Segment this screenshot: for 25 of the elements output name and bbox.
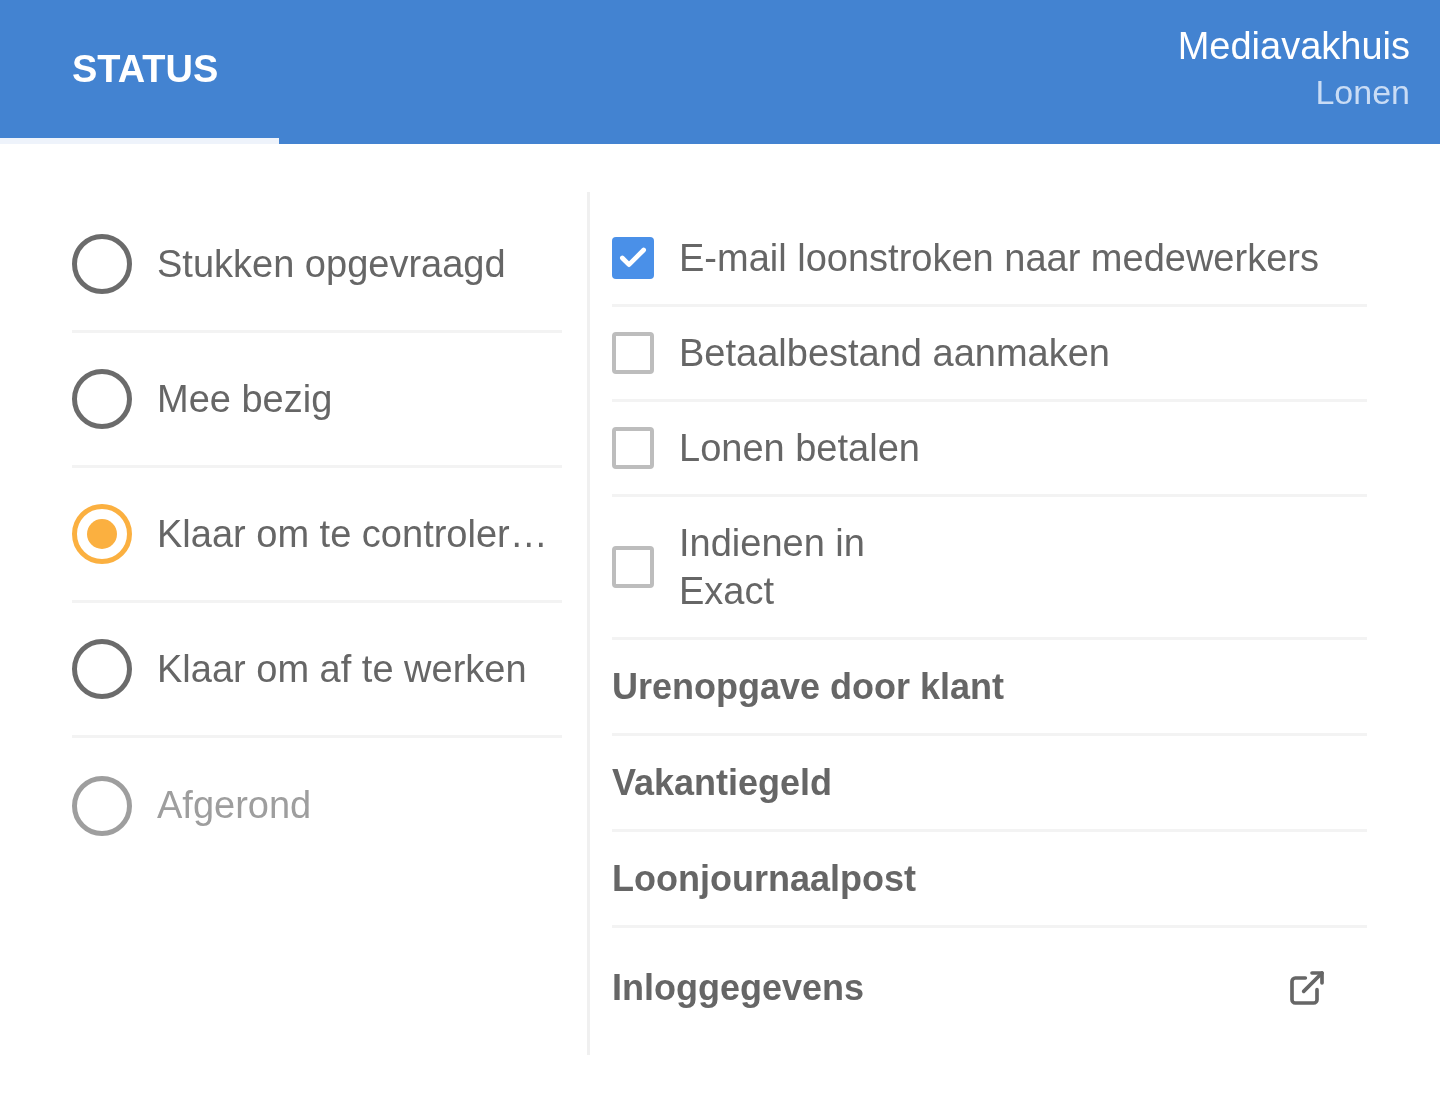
task-label: Lonen betalen — [679, 426, 920, 471]
status-label: Klaar om af te werken — [157, 646, 527, 692]
task-label: E-mail loonstroken naar medewerkers — [679, 236, 1319, 281]
status-label: Mee bezig — [157, 376, 333, 422]
radio-button[interactable] — [72, 504, 132, 564]
tab[interactable]: STATUS — [0, 0, 279, 144]
radio-button[interactable] — [72, 639, 132, 699]
status-label: Stukken opgevraagd — [157, 241, 506, 287]
checkbox[interactable] — [612, 237, 654, 279]
task-label: Betaalbestand aanmaken — [679, 331, 1110, 376]
radio-button[interactable] — [72, 369, 132, 429]
status-label: Klaar om te controler… — [157, 511, 548, 557]
status-label: Afgerond — [157, 783, 312, 828]
company-name: Mediavakhuis — [1177, 24, 1410, 68]
section-link[interactable]: Inloggegevens — [612, 961, 865, 1015]
checkbox[interactable] — [612, 546, 654, 588]
radio-button[interactable] — [72, 234, 132, 294]
task-label: Indienen in Exact — [679, 521, 865, 614]
external-link-icon[interactable] — [1287, 968, 1327, 1008]
checkbox[interactable] — [612, 332, 654, 374]
section-link[interactable]: Urenopgave door klant — [612, 659, 1005, 714]
section-link[interactable]: Loonjournaalpost — [612, 851, 916, 906]
section-link[interactable]: Vakantiegeld — [612, 755, 833, 810]
module-name: Lonen — [1315, 72, 1410, 112]
checkbox[interactable] — [612, 427, 654, 469]
